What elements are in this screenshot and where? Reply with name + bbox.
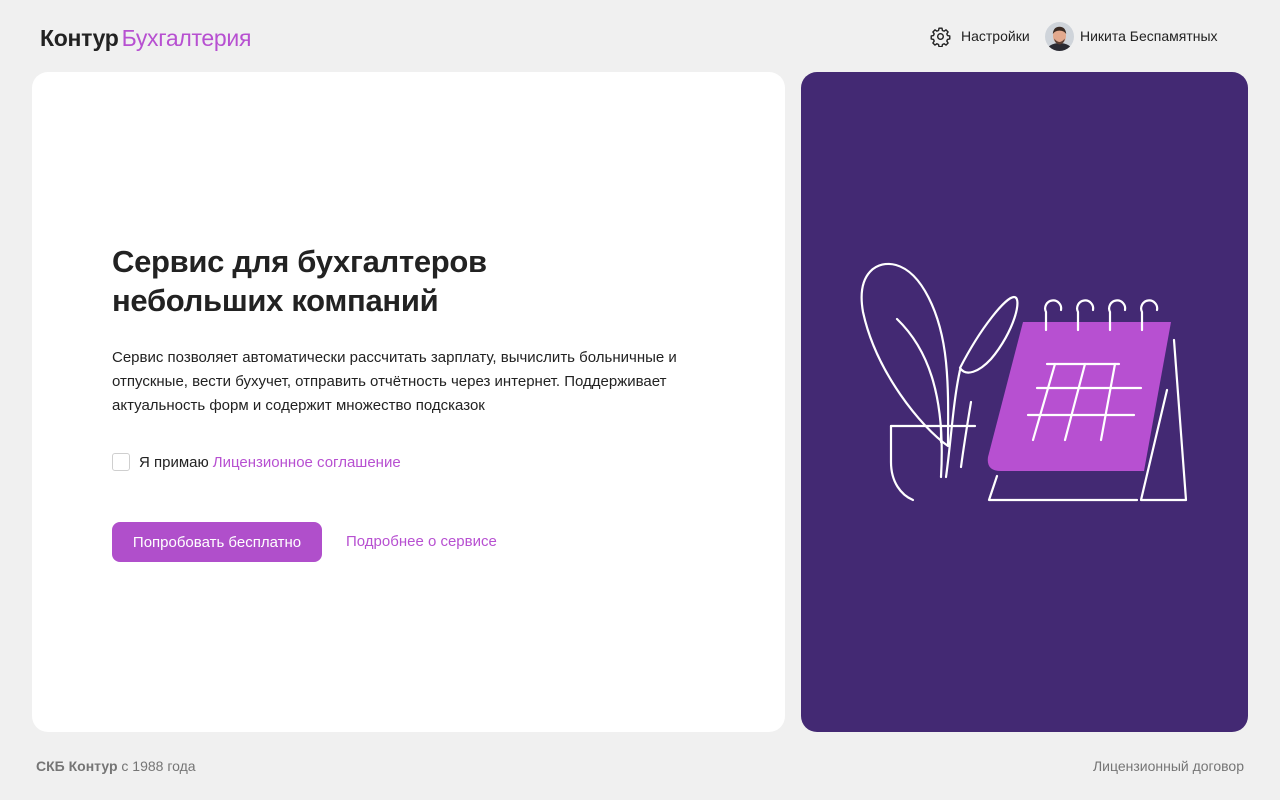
settings-label: Настройки xyxy=(961,28,1030,44)
user-menu[interactable]: Никита Беспамятных xyxy=(1045,20,1218,52)
page-title-line: Сервис для бухгалтеров xyxy=(112,244,487,279)
license-agreement-row: Я примаю Лицензионное соглашение xyxy=(112,451,401,473)
main-card: Сервис для бухгалтеров небольших компани… xyxy=(32,72,785,732)
user-avatar xyxy=(1045,21,1074,51)
license-agreement-link[interactable]: Лицензионное соглашение xyxy=(213,454,401,471)
settings-button[interactable]: Настройки xyxy=(930,24,1030,48)
app-header: Контур Бухгалтерия Настройки Никита Беспа… xyxy=(0,0,1280,72)
plant-and-calendar-illustration xyxy=(860,262,1188,502)
footer-company: СКБ Контур xyxy=(36,758,118,774)
description-line: отпускные, вести бухучет, отправить отчё… xyxy=(112,373,667,390)
description-line: Сервис позволяет автоматически рассчитат… xyxy=(112,349,677,366)
footer-since: с 1988 года xyxy=(121,758,196,774)
page-title: Сервис для бухгалтеров небольших компани… xyxy=(112,242,612,320)
more-about-service-link[interactable]: Подробнее о сервисе xyxy=(346,531,497,553)
license-contract-link[interactable]: Лицензионный договор xyxy=(1093,758,1244,774)
logo-brand: Контур xyxy=(40,25,119,51)
user-name: Никита Беспамятных xyxy=(1080,28,1218,44)
kontur-buhgalteria-logo[interactable]: Контур Бухгалтерия xyxy=(40,24,251,52)
promo-panel xyxy=(801,72,1248,732)
service-description: Сервис позволяет автоматически рассчитат… xyxy=(112,346,732,418)
agreement-prefix: Я примаю xyxy=(139,453,209,471)
page-title-line: небольших компаний xyxy=(112,283,439,318)
license-agreement-checkbox[interactable] xyxy=(112,453,130,471)
try-free-button[interactable]: Попробовать бесплатно xyxy=(112,522,322,562)
copyright: СКБ Контур с 1988 года xyxy=(36,758,196,774)
logo-product: Бухгалтерия xyxy=(121,25,252,51)
gear-icon xyxy=(930,26,951,47)
description-line: актуальность форм и содержит множество п… xyxy=(112,397,485,414)
